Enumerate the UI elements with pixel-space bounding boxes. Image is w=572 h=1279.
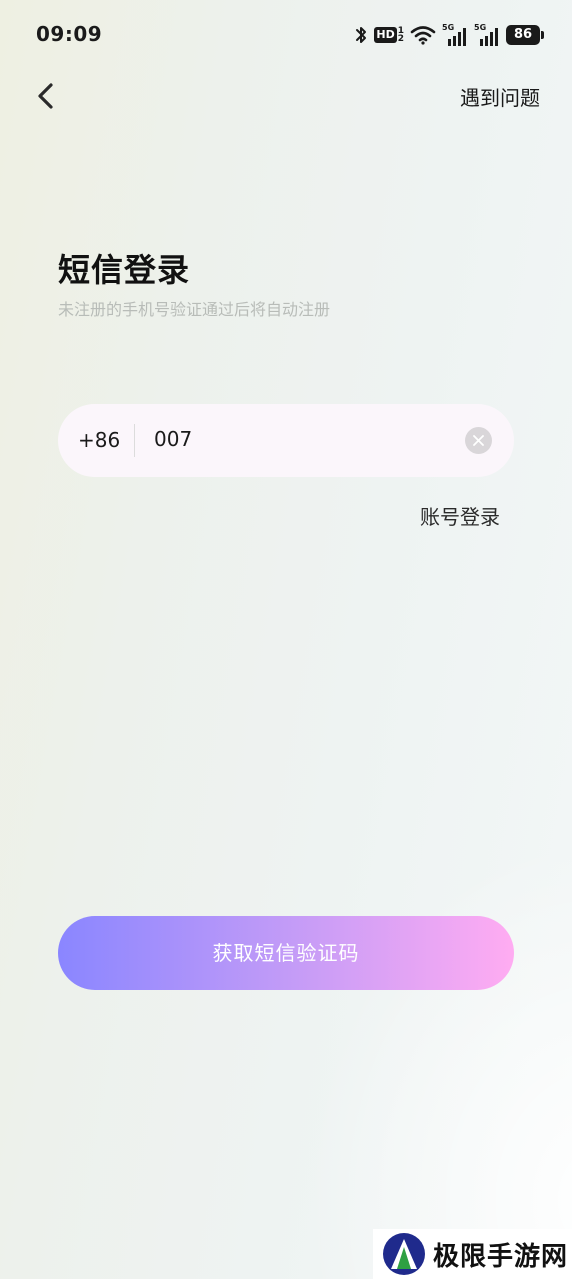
status-time: 09:09 [36, 22, 103, 46]
hd-label: HD [374, 27, 397, 43]
watermark-logo-icon [383, 1233, 425, 1275]
page-title: 短信登录 [58, 251, 191, 289]
page-subtitle: 未注册的手机号验证通过后将自动注册 [58, 300, 331, 319]
divider [134, 424, 135, 457]
close-icon [473, 435, 484, 446]
signal-5g-icon: 5G [474, 23, 500, 46]
chevron-left-icon [38, 83, 53, 109]
status-bar: 09:09 HD 1 2 5G 5G 86 [0, 0, 572, 68]
status-icons: HD 1 2 5G 5G 86 [354, 22, 544, 48]
back-button[interactable] [32, 80, 62, 112]
battery-icon: 86 [506, 25, 544, 45]
help-link[interactable]: 遇到问题 [460, 82, 540, 111]
watermark-text: 极限手游网 [433, 1241, 569, 1272]
get-sms-code-button[interactable]: 获取短信验证码 [58, 916, 514, 990]
signal-5g-icon: 5G [442, 23, 468, 46]
phone-input-row: +86 [58, 404, 514, 477]
hd-icon: HD 1 2 [374, 27, 404, 44]
phone-input[interactable] [154, 422, 454, 456]
clear-input-button[interactable] [465, 427, 492, 454]
hd-fraction: 1 2 [397, 27, 404, 44]
account-login-link[interactable]: 账号登录 [420, 501, 500, 530]
watermark: 极限手游网 [373, 1229, 572, 1279]
wifi-icon [410, 26, 436, 45]
bluetooth-icon [356, 27, 367, 43]
country-code-selector[interactable]: +86 [78, 428, 120, 452]
hd-sub: 2 [397, 34, 404, 44]
